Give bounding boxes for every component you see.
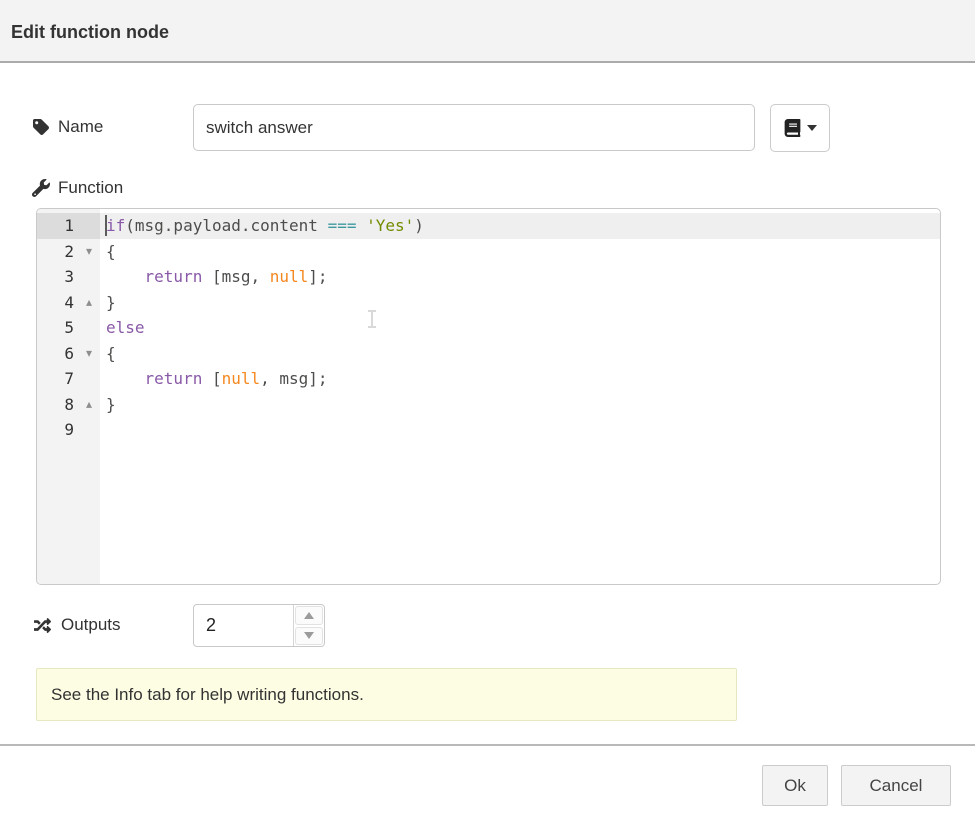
code-line[interactable]: return [null, msg]; — [100, 366, 940, 392]
outputs-label: Outputs — [32, 615, 121, 635]
line-number: 6 — [37, 344, 78, 363]
gutter-cell: 7 — [37, 366, 100, 392]
info-tip-text: See the Info tab for help writing functi… — [51, 685, 364, 705]
fold-toggle-icon[interactable]: ▾ — [78, 346, 100, 360]
fold-toggle-icon[interactable]: ▴ — [78, 295, 100, 309]
code-line[interactable]: return [msg, null]; — [100, 264, 940, 290]
function-label-text: Function — [58, 178, 123, 198]
name-input[interactable] — [193, 104, 755, 151]
spinner-down-icon — [304, 632, 314, 639]
code-token: ]; — [308, 267, 327, 286]
ok-button[interactable]: Ok — [762, 765, 828, 806]
outputs-spinner — [193, 604, 325, 647]
code-line[interactable] — [100, 417, 940, 443]
code-token: } — [106, 293, 116, 312]
chevron-down-icon — [807, 125, 817, 131]
code-token: [ — [202, 369, 221, 388]
code-token: (msg.payload.content — [125, 216, 327, 235]
code-token: === — [328, 216, 357, 235]
code-token: ) — [414, 216, 424, 235]
spinner-down-button[interactable] — [295, 627, 323, 646]
library-button[interactable] — [770, 104, 830, 152]
code-line[interactable]: if(msg.payload.content === 'Yes') — [100, 213, 940, 239]
tag-icon — [32, 118, 50, 136]
outputs-label-text: Outputs — [61, 615, 121, 635]
line-number: 5 — [37, 318, 78, 337]
function-label: Function — [32, 178, 123, 198]
line-number: 8 — [37, 395, 78, 414]
gutter-cell: 9 — [37, 417, 100, 443]
wrench-icon — [32, 179, 50, 197]
outputs-input[interactable] — [194, 605, 293, 646]
shuffle-icon — [32, 617, 53, 634]
line-number: 2 — [37, 242, 78, 261]
code-token — [106, 369, 145, 388]
fold-toggle-icon[interactable]: ▾ — [78, 244, 100, 258]
fold-toggle-icon[interactable]: ▴ — [78, 397, 100, 411]
code-token: if — [106, 216, 125, 235]
gutter-cell: 1 — [37, 213, 100, 239]
dialog-header: Edit function node — [0, 0, 975, 63]
code-token: , msg]; — [260, 369, 327, 388]
code-token — [106, 267, 145, 286]
code-token: null — [222, 369, 261, 388]
text-caret — [105, 215, 107, 236]
code-lines[interactable]: if(msg.payload.content === 'Yes') { retur… — [100, 209, 940, 584]
dialog-title: Edit function node — [11, 22, 169, 43]
code-line[interactable]: else — [100, 315, 940, 341]
code-token: else — [106, 318, 145, 337]
info-tip: See the Info tab for help writing functi… — [36, 668, 737, 721]
cancel-button[interactable]: Cancel — [841, 765, 951, 806]
spinner-up-button[interactable] — [295, 606, 323, 625]
code-token: } — [106, 395, 116, 414]
line-number: 7 — [37, 369, 78, 388]
gutter-cell: 4▴ — [37, 290, 100, 316]
gutter: 12▾34▴56▾78▴9 — [37, 209, 100, 584]
code-line[interactable]: { — [100, 239, 940, 265]
code-token: return — [145, 369, 203, 388]
code-editor[interactable]: 12▾34▴56▾78▴9 if(msg.payload.content ===… — [36, 208, 941, 585]
line-number: 4 — [37, 293, 78, 312]
line-number: 3 — [37, 267, 78, 286]
gutter-cell: 3 — [37, 264, 100, 290]
line-number: 9 — [37, 420, 78, 439]
name-label-text: Name — [58, 117, 103, 137]
code-token: [msg, — [202, 267, 269, 286]
code-line[interactable]: } — [100, 290, 940, 316]
code-token: { — [106, 242, 116, 261]
book-icon — [784, 119, 801, 137]
name-label: Name — [32, 117, 103, 137]
gutter-cell: 2▾ — [37, 239, 100, 265]
code-token — [356, 216, 366, 235]
footer-divider — [0, 744, 975, 746]
gutter-cell: 5 — [37, 315, 100, 341]
code-line[interactable]: { — [100, 341, 940, 367]
gutter-cell: 6▾ — [37, 341, 100, 367]
code-line[interactable]: } — [100, 392, 940, 418]
code-token: 'Yes' — [366, 216, 414, 235]
gutter-cell: 8▴ — [37, 392, 100, 418]
code-token: null — [270, 267, 309, 286]
line-number: 1 — [37, 216, 78, 235]
code-token: return — [145, 267, 203, 286]
spinner-up-icon — [304, 612, 314, 619]
mouse-ibeam-cursor — [367, 309, 377, 329]
code-token: { — [106, 344, 116, 363]
